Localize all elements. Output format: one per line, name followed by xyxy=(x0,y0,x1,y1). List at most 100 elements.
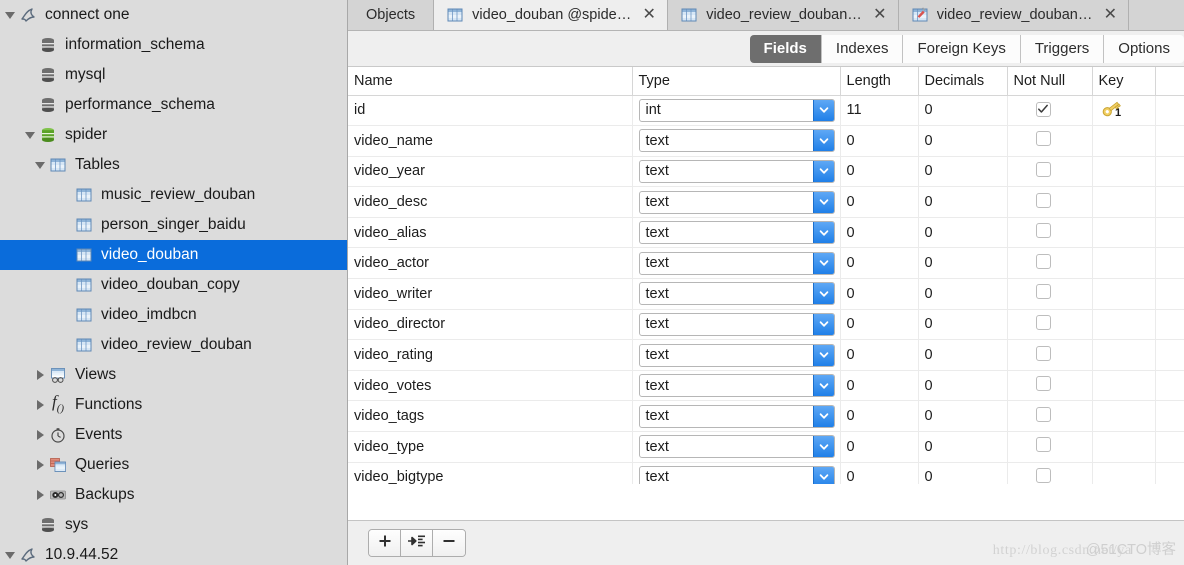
field-type-select[interactable]: text xyxy=(638,404,835,428)
table-row[interactable]: video_votes text 0 0 xyxy=(348,370,1184,402)
close-icon[interactable]: ✕ xyxy=(641,7,657,23)
tab-triggers[interactable]: Triggers xyxy=(1020,34,1105,63)
tab-indexes[interactable]: Indexes xyxy=(821,34,904,63)
field-name-cell[interactable]: video_votes xyxy=(348,370,633,402)
field-type-cell[interactable]: text xyxy=(632,278,841,310)
field-type-select[interactable]: text xyxy=(638,343,835,367)
table-row[interactable]: video_year text 0 0 xyxy=(348,156,1184,188)
column-header-key[interactable]: Key xyxy=(1092,67,1156,96)
chevron-down-icon[interactable] xyxy=(22,120,38,150)
editor-tab-0[interactable]: Objects xyxy=(348,0,435,30)
tree-item-spider[interactable]: spider xyxy=(0,120,347,150)
editor-tab-2[interactable]: video_review_douban… ✕ xyxy=(668,0,899,30)
field-type-select[interactable]: text xyxy=(638,221,835,245)
chevron-down-icon[interactable] xyxy=(32,150,48,180)
field-not-null-cell[interactable] xyxy=(1007,370,1093,402)
field-not-null-cell[interactable] xyxy=(1007,462,1093,484)
field-decimals-cell[interactable]: 0 xyxy=(918,125,1008,157)
field-length-cell[interactable]: 0 xyxy=(840,309,919,341)
field-not-null-cell[interactable] xyxy=(1007,278,1093,310)
tab-fields[interactable]: Fields xyxy=(749,34,822,63)
field-name-cell[interactable]: video_bigtype xyxy=(348,462,633,484)
field-name-cell[interactable]: video_tags xyxy=(348,400,633,433)
designer-tab-group[interactable]: Fields Indexes Foreign Keys Triggers Options xyxy=(749,34,1184,63)
column-header-name[interactable]: Name xyxy=(348,67,633,96)
tree-item-sys[interactable]: sys xyxy=(0,510,347,540)
field-type-cell[interactable]: text xyxy=(632,186,841,218)
field-key-cell[interactable]: 1 xyxy=(1092,95,1156,127)
field-decimals-cell[interactable]: 0 xyxy=(918,217,1008,249)
add-field-button[interactable] xyxy=(369,530,401,556)
chevron-down-icon[interactable] xyxy=(812,344,834,366)
field-type-cell[interactable]: text xyxy=(632,125,841,157)
field-type-select[interactable]: text xyxy=(638,159,835,183)
chevron-right-icon[interactable] xyxy=(32,360,48,390)
close-icon[interactable]: ✕ xyxy=(1102,7,1118,23)
field-type-cell[interactable]: int xyxy=(632,95,841,127)
chevron-down-icon[interactable] xyxy=(812,130,834,152)
not-null-checkbox[interactable] xyxy=(1035,284,1051,300)
chevron-down-icon[interactable] xyxy=(812,160,834,182)
tab-foreign-keys[interactable]: Foreign Keys xyxy=(903,34,1021,63)
tree-item-person-singer-baidu[interactable]: person_singer_baidu xyxy=(0,210,347,240)
editor-tab-1[interactable]: video_douban @spide… ✕ xyxy=(434,0,669,30)
field-decimals-cell[interactable]: 0 xyxy=(918,400,1008,433)
field-not-null-cell[interactable] xyxy=(1007,186,1093,218)
chevron-down-icon[interactable] xyxy=(812,466,834,484)
tree-item-events[interactable]: Events xyxy=(0,420,347,450)
field-not-null-cell[interactable] xyxy=(1007,156,1093,188)
field-not-null-cell[interactable] xyxy=(1007,309,1093,341)
field-length-cell[interactable]: 11 xyxy=(840,95,919,127)
not-null-checkbox[interactable] xyxy=(1035,253,1051,269)
field-length-cell[interactable]: 0 xyxy=(840,462,919,484)
field-name-cell[interactable]: video_name xyxy=(348,125,633,157)
tree-item-tables[interactable]: Tables xyxy=(0,150,347,180)
field-length-cell[interactable]: 0 xyxy=(840,247,919,280)
tab-options[interactable]: Options xyxy=(1104,34,1184,63)
object-tree-sidebar[interactable]: connect one information_schema mysql perfor… xyxy=(0,0,348,565)
field-decimals-cell[interactable]: 0 xyxy=(918,186,1008,218)
column-header-type[interactable]: Type xyxy=(632,67,841,96)
field-type-select[interactable]: text xyxy=(638,312,835,336)
field-key-cell[interactable] xyxy=(1092,370,1156,402)
field-key-cell[interactable] xyxy=(1092,431,1156,463)
table-row[interactable]: video_actor text 0 0 xyxy=(348,247,1184,280)
field-key-cell[interactable] xyxy=(1092,339,1156,371)
field-name-cell[interactable]: video_rating xyxy=(348,339,633,371)
field-length-cell[interactable]: 0 xyxy=(840,278,919,310)
not-null-checkbox[interactable] xyxy=(1035,314,1051,330)
chevron-right-icon[interactable] xyxy=(32,390,48,420)
field-decimals-cell[interactable]: 0 xyxy=(918,278,1008,310)
field-not-null-cell[interactable] xyxy=(1007,125,1093,157)
field-not-null-cell[interactable] xyxy=(1007,431,1093,463)
delete-field-button[interactable] xyxy=(433,530,465,556)
not-null-checkbox[interactable] xyxy=(1035,406,1051,422)
table-row[interactable]: video_alias text 0 0 xyxy=(348,217,1184,249)
chevron-down-icon[interactable] xyxy=(812,252,834,274)
table-row[interactable]: video_rating text 0 0 xyxy=(348,339,1184,371)
editor-tab-bar[interactable]: Objects video_douban @spide… ✕ video_review… xyxy=(348,0,1184,31)
editor-tab-3[interactable]: video_review_douban… ✕ xyxy=(898,0,1130,30)
field-decimals-cell[interactable]: 0 xyxy=(918,309,1008,341)
chevron-down-icon[interactable] xyxy=(812,283,834,305)
insert-field-button[interactable] xyxy=(401,530,433,556)
tree-item-backups[interactable]: Backups xyxy=(0,480,347,510)
field-type-cell[interactable]: text xyxy=(632,431,841,463)
not-null-checkbox[interactable] xyxy=(1035,101,1051,117)
chevron-down-icon[interactable] xyxy=(2,0,18,30)
field-not-null-cell[interactable] xyxy=(1007,339,1093,371)
not-null-checkbox[interactable] xyxy=(1035,223,1051,239)
field-type-cell[interactable]: text xyxy=(632,217,841,249)
field-name-cell[interactable]: id xyxy=(348,95,633,127)
column-header-not-null[interactable]: Not Null xyxy=(1007,67,1093,96)
field-decimals-cell[interactable]: 0 xyxy=(918,462,1008,484)
field-not-null-cell[interactable] xyxy=(1007,95,1093,127)
chevron-right-icon[interactable] xyxy=(32,480,48,510)
field-key-cell[interactable] xyxy=(1092,462,1156,484)
chevron-down-icon[interactable] xyxy=(812,222,834,244)
field-type-select[interactable]: text xyxy=(638,251,835,275)
field-name-cell[interactable]: video_writer xyxy=(348,278,633,310)
field-key-cell[interactable] xyxy=(1092,309,1156,341)
tree-item-information-schema[interactable]: information_schema xyxy=(0,30,347,60)
field-length-cell[interactable]: 0 xyxy=(840,156,919,188)
